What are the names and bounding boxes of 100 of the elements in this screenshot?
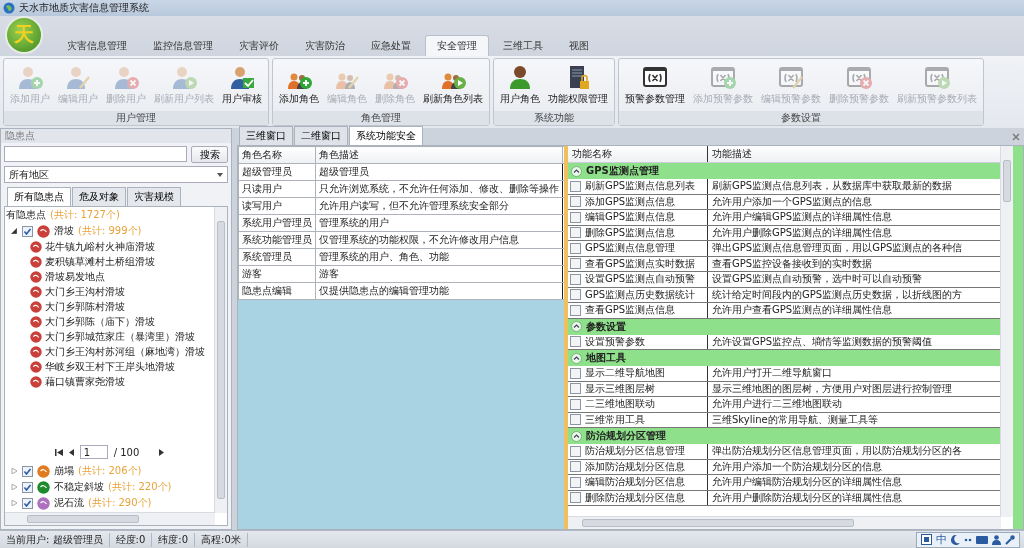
ribbon-button[interactable]: 添加角色 [275, 62, 323, 108]
document-tab[interactable]: 二维窗口 [294, 126, 348, 145]
search-button[interactable]: 搜索 [191, 146, 228, 163]
moon-icon[interactable] [951, 534, 960, 545]
panel-tab[interactable]: 所有隐患点 [7, 187, 71, 206]
tree-leaf-label[interactable]: 大门乡王沟村苏河组（麻地湾）滑坡 [45, 344, 205, 359]
keyboard-icon[interactable] [976, 535, 988, 544]
checkbox[interactable] [22, 497, 33, 509]
dots-icon[interactable] [964, 537, 972, 542]
function-name: 三维常用工具 [585, 412, 645, 427]
chevron-up-icon[interactable] [571, 352, 582, 364]
wrench-icon[interactable] [1005, 534, 1015, 545]
vertical-scrollbar[interactable] [214, 207, 227, 513]
checkbox[interactable] [570, 476, 581, 488]
tree-leaf-label[interactable]: 大门乡郭陈村滑坡 [45, 299, 125, 314]
checkbox[interactable] [22, 225, 33, 237]
ribbon-tab[interactable]: 三维工具 [491, 35, 555, 56]
collapsed-arrow-icon[interactable] [11, 500, 17, 506]
ribbon-button[interactable]: 刷新角色列表 [419, 62, 487, 108]
document-tab[interactable]: 三维窗口 [239, 126, 293, 145]
checkbox[interactable] [570, 258, 581, 270]
document-tab[interactable]: 系统功能安全 [349, 126, 423, 145]
checkbox[interactable] [22, 481, 33, 493]
collapsed-arrow-icon[interactable] [11, 484, 17, 490]
tree-node-label[interactable]: 滑坡 [54, 224, 74, 238]
ribbon-tab[interactable]: 灾害防治 [293, 35, 357, 56]
next-page-icon[interactable] [159, 448, 165, 456]
table-cell: 系统管理员 [238, 248, 316, 266]
region-dropdown[interactable]: 所有地区 [4, 166, 228, 183]
app-logo: 天 [5, 15, 43, 54]
person-pencil-icon [65, 64, 91, 90]
ribbon-button[interactable]: 用户角色 [496, 62, 544, 108]
table-cell: 隐患点编辑 [238, 282, 316, 300]
close-icon[interactable] [1012, 132, 1020, 141]
panel-tab[interactable]: 危及对象 [72, 187, 126, 206]
checkbox[interactable] [570, 367, 581, 379]
ribbon-tab[interactable]: 灾害信息管理 [55, 35, 139, 56]
function-name: 添加防治规划分区信息 [585, 459, 685, 474]
tree-node-label[interactable]: 泥石流 [54, 496, 84, 510]
ime-indicator[interactable]: 中 [936, 532, 947, 547]
table-cell: 只允许浏览系统，不允许任何添加、修改、删除等操作 [315, 180, 563, 198]
status-item: 经度:0 [109, 532, 153, 547]
checkbox[interactable] [570, 180, 581, 192]
checkbox[interactable] [570, 196, 581, 208]
horizontal-scrollbar[interactable] [5, 512, 215, 525]
tree-leaf-label[interactable]: 滑坡易发地点 [45, 269, 105, 284]
checkbox[interactable] [570, 492, 581, 504]
hazard-icon [30, 240, 42, 253]
function-name: 删除防治规划分区信息 [585, 490, 685, 505]
input-mode-icon[interactable] [921, 534, 932, 545]
tree-leaf-label[interactable]: 大门乡郭城范家庄（暴湾里）滑坡 [45, 329, 195, 344]
chevron-up-icon[interactable] [571, 165, 582, 177]
table-cell: 读写用户 [238, 197, 316, 215]
ribbon-tab[interactable]: 视图 [557, 35, 601, 56]
tree-leaf-label[interactable]: 大门乡王沟村滑坡 [45, 284, 125, 299]
checkbox[interactable] [570, 304, 581, 316]
count-label: (共计: 999个) [78, 224, 142, 238]
checkbox[interactable] [570, 461, 581, 473]
tree-leaf-label[interactable]: 麦积镇草滩村土桥组滑坡 [45, 254, 155, 269]
checkbox[interactable] [570, 445, 581, 457]
ribbon-button[interactable]: 功能权限管理 [544, 62, 612, 108]
checkbox[interactable] [570, 211, 581, 223]
person-icon[interactable] [992, 534, 1001, 545]
person-cross-icon [113, 64, 139, 90]
ribbon-button[interactable]: 预警参数管理 [621, 62, 689, 108]
hazard-icon [30, 360, 42, 373]
chevron-up-icon[interactable] [571, 321, 582, 332]
ribbon-tab[interactable]: 监控信息管理 [141, 35, 225, 56]
tree-leaf-label[interactable]: 华岐乡双王村下王岸头地滑坡 [45, 359, 175, 374]
page-field[interactable]: 1 [79, 445, 108, 459]
search-field[interactable] [4, 146, 187, 162]
checkbox[interactable] [570, 273, 581, 285]
first-page-icon[interactable] [54, 448, 63, 456]
panel-tab[interactable]: 灾害规模 [127, 187, 181, 206]
tree-leaf-label[interactable]: 大门乡郭陈（庙下）滑坡 [45, 314, 155, 329]
checkbox[interactable] [570, 398, 581, 410]
previous-page-icon[interactable] [68, 448, 74, 456]
checkbox[interactable] [570, 227, 581, 239]
ribbon-button[interactable]: 用户审核 [218, 62, 266, 108]
ribbon-tab[interactable]: 安全管理 [425, 35, 489, 56]
ribbon-tab[interactable]: 应急处置 [359, 35, 423, 56]
checkbox[interactable] [570, 289, 581, 301]
horizontal-scrollbar[interactable] [568, 516, 1001, 529]
tree-node-label[interactable]: 不稳定斜坡 [54, 480, 104, 494]
vertical-scrollbar[interactable] [1000, 146, 1013, 517]
checkbox[interactable] [570, 383, 581, 395]
ribbon-tab[interactable]: 灾害评价 [227, 35, 291, 56]
checkbox[interactable] [570, 336, 581, 348]
table-cell: 超级管理员 [315, 163, 563, 181]
expanded-arrow-icon[interactable] [11, 228, 17, 234]
checkbox[interactable] [570, 414, 581, 426]
tree-node-label[interactable]: 崩塌 [54, 464, 74, 478]
function-name: 显示二维导航地图 [585, 366, 665, 381]
chevron-up-icon[interactable] [571, 430, 582, 442]
tree-leaf-label[interactable]: 花牛镇九峪村火神庙滑坡 [45, 239, 155, 254]
checkbox[interactable] [570, 242, 581, 254]
tree-leaf-label[interactable]: 藉口镇曹家尧滑坡 [45, 374, 125, 389]
collapsed-arrow-icon[interactable] [11, 468, 17, 474]
checkbox[interactable] [22, 465, 33, 477]
hazard-icon [30, 330, 42, 343]
